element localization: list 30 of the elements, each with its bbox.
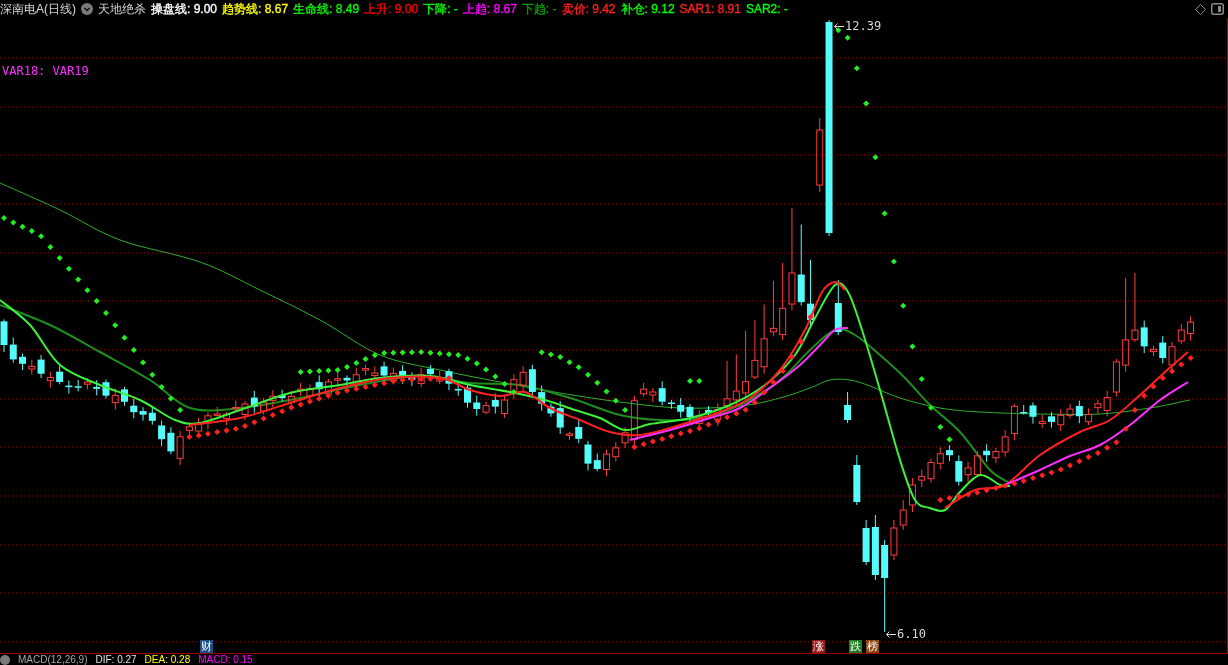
indicator-reading: SAR1: 8.91 — [679, 2, 741, 16]
left-arrow-icon — [834, 22, 844, 30]
macd-title: MACD(12,26,9) — [18, 654, 88, 665]
diamond-icon[interactable] — [1195, 3, 1206, 15]
security-title: 深南电A(日线) — [0, 0, 76, 18]
indicator-reading: 上趋: 8.67 — [462, 0, 517, 18]
indicator-name: 天地绝杀 — [98, 0, 146, 18]
overlay-legend: VAR18: VAR19 — [2, 64, 89, 78]
indicator-reading: 上升: 9.00 — [364, 0, 419, 18]
indicator-reading: SAR2: - — [745, 2, 788, 16]
macd-reading: MACD: 0.15 — [198, 654, 253, 665]
indicator-reading: 下趋: - — [521, 0, 557, 18]
event-tag[interactable]: 财 — [200, 640, 213, 653]
event-tag[interactable]: 涨 — [812, 640, 825, 653]
macd-reading: DEA: 0.28 — [144, 654, 191, 665]
high-price-label: 12.39 — [845, 19, 882, 33]
event-tag[interactable]: 跌 — [849, 640, 862, 653]
event-tag[interactable]: 榜 — [866, 640, 879, 653]
indicator-reading: 卖价: 9.42 — [561, 0, 616, 18]
indicator-reading: 生命线: 8.49 — [293, 0, 360, 18]
indicator-reading: 操盘线: 9.00 — [151, 0, 218, 18]
indicator-reading: 补仓: 9.12 — [620, 0, 675, 18]
circle-icon[interactable] — [0, 654, 10, 665]
macd-reading: DIF: 0.27 — [95, 654, 137, 665]
indicator-reading: 下降: - — [423, 0, 458, 18]
dropdown-icon[interactable] — [81, 3, 93, 15]
indicator-reading: 趋势线: 8.67 — [222, 0, 289, 18]
low-price-label: 6.10 — [897, 627, 926, 641]
side-panel-icon[interactable] — [1211, 3, 1224, 15]
left-arrow-icon — [886, 630, 896, 638]
